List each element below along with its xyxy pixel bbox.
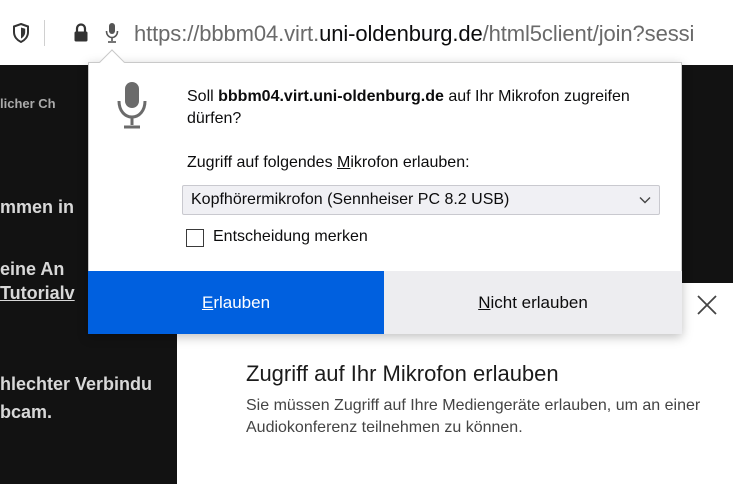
allow-accesskey: E	[201, 292, 214, 312]
background-text-2: mmen in	[0, 197, 75, 217]
device-select-label: Zugriff auf folgendes Mikrofon erlauben:	[187, 154, 470, 172]
url-domain: uni-oldenburg.de	[319, 22, 483, 46]
allow-label: rlauben	[213, 292, 271, 312]
background-text-6: bcam.	[0, 402, 53, 422]
allow-button[interactable]: Erlauben	[88, 271, 384, 334]
url-suffix: /html5client/join?sessi	[482, 22, 695, 46]
chevron-down-icon	[639, 197, 651, 204]
permission-question: Soll bbbm04.virt.uni-oldenburg.de auf Ih…	[187, 86, 667, 130]
urlbar-separator	[44, 20, 45, 46]
background-text-3: eine An	[0, 259, 65, 279]
label-text-before: Zugriff auf folgendes	[187, 154, 338, 171]
microphone-device-select[interactable]: Kopfhörermikrofon (Sennheiser PC 8.2 USB…	[182, 185, 660, 215]
selected-device: Kopfhörermikrofon (Sennheiser PC 8.2 USB…	[191, 191, 510, 208]
microphone-icon	[117, 82, 147, 129]
background-text-5: hlechter Verbindu	[0, 374, 153, 394]
modal-title: Zugriff auf Ihr Mikrofon erlauben	[246, 361, 559, 386]
url-prefix: https://bbbm04.virt.	[134, 22, 320, 46]
background-text-1: licher Ch	[0, 96, 56, 111]
microphone-permission-icon[interactable]	[103, 22, 121, 44]
deny-button[interactable]: Nicht erlauben	[384, 271, 682, 334]
url-text[interactable]: https://bbbm04.virt.uni-oldenburg.de/htm…	[134, 22, 733, 46]
question-prefix: Soll	[187, 88, 219, 105]
background-link-tutorial[interactable]: Tutorialv	[0, 283, 88, 304]
remember-decision-label[interactable]: Entscheidung merken	[213, 228, 368, 246]
lock-icon[interactable]	[72, 22, 90, 44]
label-accesskey: M	[337, 154, 351, 171]
tracking-protection-shield-icon[interactable]	[12, 22, 30, 44]
deny-label: icht erlauben	[490, 292, 588, 312]
modal-description: Sie müssen Zugriff auf Ihre Mediengeräte…	[246, 397, 701, 436]
close-icon[interactable]	[692, 290, 722, 320]
remember-decision-checkbox[interactable]	[186, 229, 204, 247]
question-host: bbbm04.virt.uni-oldenburg.de	[218, 88, 444, 105]
deny-accesskey: N	[478, 292, 491, 312]
label-text-after: ikrofon erlauben:	[350, 154, 470, 171]
